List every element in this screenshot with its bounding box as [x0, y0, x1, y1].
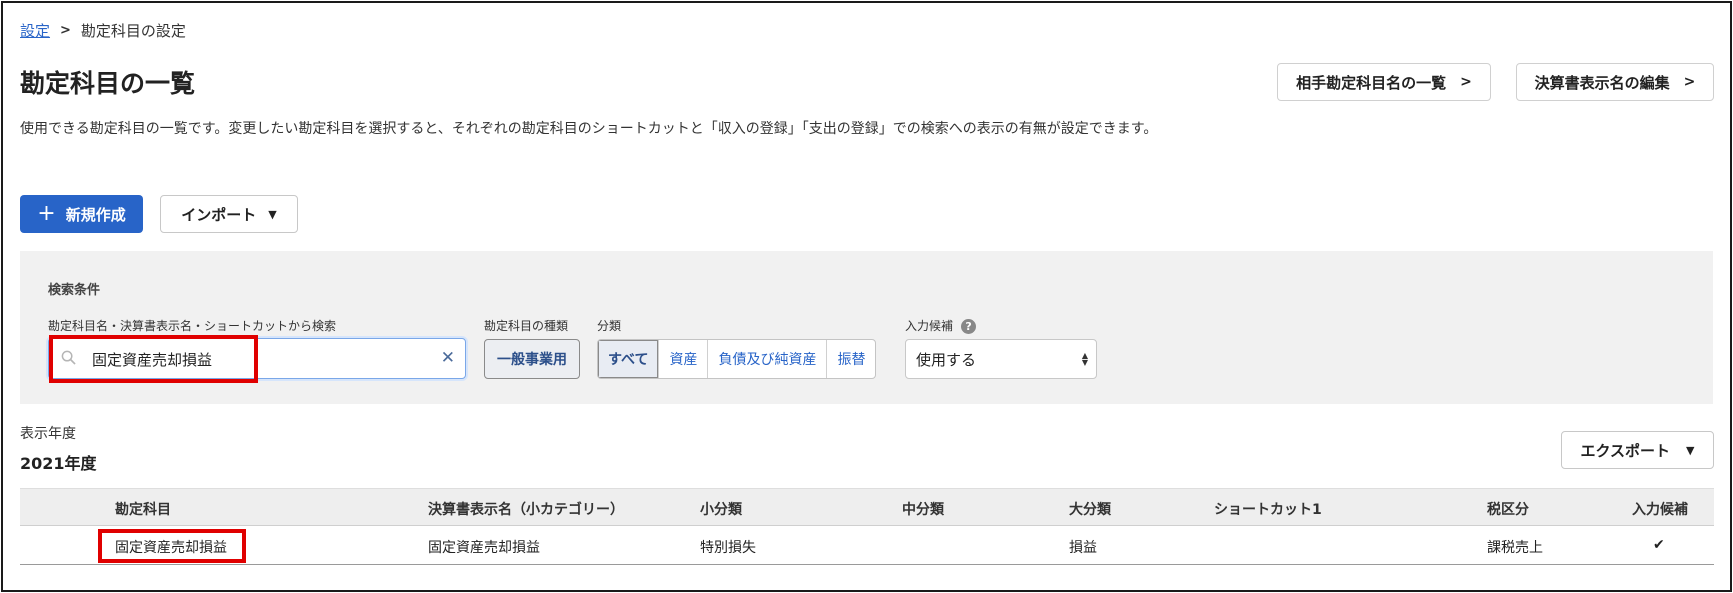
- category-all-tab[interactable]: すべて: [598, 340, 659, 378]
- column-header-large-category: 大分類: [1069, 502, 1111, 518]
- cell-report-name: 固定資産売却損益: [428, 540, 540, 556]
- page-description: 使用できる勘定科目の一覧です。変更したい勘定科目を選択すると、それぞれの勘定科目…: [20, 121, 1158, 137]
- partner-account-list-label: 相手勘定科目名の一覧: [1296, 73, 1447, 92]
- column-header-candidate: 入力候補: [1632, 502, 1688, 518]
- input-candidate-value: 使用する: [916, 350, 977, 369]
- account-kind-label: 勘定科目の種類: [484, 319, 569, 333]
- category-assets-tab[interactable]: 資産: [658, 340, 707, 378]
- category-label: 分類: [597, 319, 622, 333]
- column-header-report-name: 決算書表示名（小カテゴリー）: [428, 502, 624, 518]
- display-year-value: 2021年度: [20, 454, 97, 473]
- breadcrumb-settings-link[interactable]: 設定: [20, 20, 50, 41]
- edit-report-names-label: 決算書表示名の編集: [1534, 73, 1670, 92]
- export-dropdown-button[interactable]: エクスポート ▼: [1561, 431, 1714, 469]
- cell-large-category: 損益: [1069, 540, 1097, 556]
- check-icon: ✔: [1653, 537, 1665, 553]
- highlight-box: [49, 335, 258, 383]
- breadcrumb-separator: >: [60, 23, 71, 38]
- cell-small-category: 特別損失: [700, 540, 756, 556]
- column-header-shortcut: ショートカット1: [1214, 502, 1322, 518]
- cell-tax: 課税売上: [1487, 540, 1543, 556]
- new-account-label: 新規作成: [65, 205, 126, 224]
- filter-title: 検索条件: [48, 283, 101, 298]
- category-segmented-control: すべて 資産 負債及び純資産 振替: [597, 339, 877, 379]
- highlight-box: [98, 529, 246, 563]
- column-header-small-category: 小分類: [700, 502, 742, 518]
- partner-account-list-button[interactable]: 相手勘定科目名の一覧 >: [1277, 63, 1491, 101]
- display-year-label: 表示年度: [20, 426, 76, 442]
- chevron-right-icon: >: [1683, 74, 1696, 90]
- export-label: エクスポート: [1580, 441, 1671, 460]
- column-header-middle-category: 中分類: [902, 502, 944, 518]
- category-transfer-tab[interactable]: 振替: [826, 340, 875, 378]
- table-row[interactable]: 固定資産売却損益 固定資産売却損益 特別損失 損益 課税売上 ✔: [20, 526, 1714, 565]
- page-title: 勘定科目の一覧: [20, 69, 196, 98]
- account-kind-button[interactable]: 一般事業用: [484, 339, 580, 379]
- input-candidate-label-wrap: 入力候補?: [905, 317, 977, 334]
- category-liabilities-tab[interactable]: 負債及び純資産: [707, 340, 826, 378]
- chevron-right-icon: >: [1460, 74, 1472, 90]
- clear-icon[interactable]: ✕: [441, 348, 455, 368]
- breadcrumb: 設定 > 勘定科目の設定: [20, 20, 186, 41]
- new-account-button[interactable]: + 新規作成: [20, 195, 143, 233]
- input-candidate-label: 入力候補: [905, 319, 954, 333]
- column-header-tax: 税区分: [1487, 502, 1529, 518]
- import-label: インポート: [181, 205, 257, 224]
- caret-down-icon: ▼: [1686, 443, 1695, 457]
- import-dropdown-button[interactable]: インポート ▼: [160, 195, 298, 233]
- column-header-account: 勘定科目: [115, 502, 171, 518]
- plus-icon: +: [37, 201, 56, 226]
- search-label: 勘定科目名・決算書表示名・ショートカットから検索: [48, 319, 337, 333]
- input-candidate-select[interactable]: 使用する ▲ ▼: [905, 339, 1097, 379]
- edit-report-names-button[interactable]: 決算書表示名の編集 >: [1516, 63, 1714, 101]
- breadcrumb-current: 勘定科目の設定: [80, 22, 186, 40]
- table-header: 勘定科目 決算書表示名（小カテゴリー） 小分類 中分類 大分類 ショートカット1…: [20, 488, 1714, 526]
- help-icon[interactable]: ?: [961, 319, 977, 334]
- caret-down-icon: ▼: [268, 207, 277, 221]
- select-arrows-icon: ▲ ▼: [1081, 351, 1088, 367]
